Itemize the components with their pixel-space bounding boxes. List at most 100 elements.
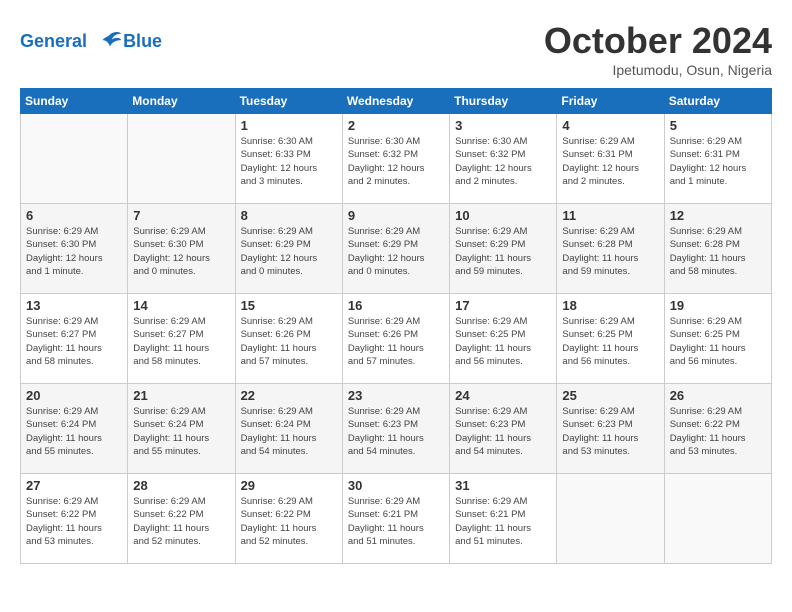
column-header-friday: Friday [557, 89, 664, 114]
day-number: 28 [133, 478, 229, 493]
calendar-cell: 16Sunrise: 6:29 AM Sunset: 6:26 PM Dayli… [342, 294, 449, 384]
logo-general: General [20, 31, 87, 51]
day-number: 21 [133, 388, 229, 403]
logo-blue: Blue [123, 31, 162, 52]
column-header-tuesday: Tuesday [235, 89, 342, 114]
day-info: Sunrise: 6:29 AM Sunset: 6:25 PM Dayligh… [670, 315, 766, 368]
day-number: 25 [562, 388, 658, 403]
month-title: October 2024 [544, 20, 772, 62]
day-info: Sunrise: 6:29 AM Sunset: 6:24 PM Dayligh… [26, 405, 122, 458]
day-number: 7 [133, 208, 229, 223]
day-info: Sunrise: 6:29 AM Sunset: 6:30 PM Dayligh… [133, 225, 229, 278]
day-info: Sunrise: 6:29 AM Sunset: 6:22 PM Dayligh… [26, 495, 122, 548]
day-info: Sunrise: 6:29 AM Sunset: 6:29 PM Dayligh… [455, 225, 551, 278]
calendar-cell: 2Sunrise: 6:30 AM Sunset: 6:32 PM Daylig… [342, 114, 449, 204]
day-number: 17 [455, 298, 551, 313]
day-number: 31 [455, 478, 551, 493]
day-info: Sunrise: 6:29 AM Sunset: 6:24 PM Dayligh… [133, 405, 229, 458]
day-info: Sunrise: 6:29 AM Sunset: 6:24 PM Dayligh… [241, 405, 337, 458]
calendar-cell: 30Sunrise: 6:29 AM Sunset: 6:21 PM Dayli… [342, 474, 449, 564]
day-info: Sunrise: 6:29 AM Sunset: 6:29 PM Dayligh… [348, 225, 444, 278]
calendar-cell: 7 Sunrise: 6:29 AM Sunset: 6:30 PM Daylig… [128, 204, 235, 294]
day-number: 27 [26, 478, 122, 493]
day-info: Sunrise: 6:30 AM Sunset: 6:33 PM Dayligh… [241, 135, 337, 188]
calendar-cell: 3 Sunrise: 6:30 AM Sunset: 6:32 PM Daylig… [450, 114, 557, 204]
calendar-cell: 20 Sunrise: 6:29 AM Sunset: 6:24 PM Dayli… [21, 384, 128, 474]
day-info: Sunrise: 6:29 AM Sunset: 6:23 PM Dayligh… [455, 405, 551, 458]
calendar-week-5: 27 Sunrise: 6:29 AM Sunset: 6:22 PM Dayli… [21, 474, 772, 564]
day-info: Sunrise: 6:29 AM Sunset: 6:27 PM Dayligh… [133, 315, 229, 368]
day-info: Sunrise: 6:29 AM Sunset: 6:30 PM Dayligh… [26, 225, 122, 278]
calendar-cell: 10 Sunrise: 6:29 AM Sunset: 6:29 PM Dayli… [450, 204, 557, 294]
day-number: 1 [241, 118, 337, 133]
day-number: 2 [348, 118, 444, 133]
day-number: 9 [348, 208, 444, 223]
calendar-cell: 8Sunrise: 6:29 AM Sunset: 6:29 PM Daylig… [235, 204, 342, 294]
day-number: 4 [562, 118, 658, 133]
page-header: General Blue October 2024 Ipetumodu, Osu… [20, 20, 772, 78]
logo-bird-icon [95, 28, 123, 56]
day-number: 19 [670, 298, 766, 313]
calendar-cell: 29Sunrise: 6:29 AM Sunset: 6:22 PM Dayli… [235, 474, 342, 564]
column-header-wednesday: Wednesday [342, 89, 449, 114]
day-number: 11 [562, 208, 658, 223]
calendar-cell: 26Sunrise: 6:29 AM Sunset: 6:22 PM Dayli… [664, 384, 771, 474]
calendar-cell [21, 114, 128, 204]
day-info: Sunrise: 6:29 AM Sunset: 6:22 PM Dayligh… [670, 405, 766, 458]
day-number: 16 [348, 298, 444, 313]
calendar-cell: 13Sunrise: 6:29 AM Sunset: 6:27 PM Dayli… [21, 294, 128, 384]
day-info: Sunrise: 6:29 AM Sunset: 6:25 PM Dayligh… [562, 315, 658, 368]
column-header-monday: Monday [128, 89, 235, 114]
day-number: 20 [26, 388, 122, 403]
calendar-cell [557, 474, 664, 564]
day-info: Sunrise: 6:30 AM Sunset: 6:32 PM Dayligh… [455, 135, 551, 188]
logo: General Blue [20, 28, 162, 56]
calendar-cell [128, 114, 235, 204]
calendar-cell: 25 Sunrise: 6:29 AM Sunset: 6:23 PM Dayli… [557, 384, 664, 474]
calendar-cell: 24 Sunrise: 6:29 AM Sunset: 6:23 PM Dayli… [450, 384, 557, 474]
calendar-cell: 6 Sunrise: 6:29 AM Sunset: 6:30 PM Daylig… [21, 204, 128, 294]
calendar-week-3: 13Sunrise: 6:29 AM Sunset: 6:27 PM Dayli… [21, 294, 772, 384]
calendar-cell: 18 Sunrise: 6:29 AM Sunset: 6:25 PM Dayli… [557, 294, 664, 384]
calendar-cell: 5 Sunrise: 6:29 AM Sunset: 6:31 PM Daylig… [664, 114, 771, 204]
calendar-cell: 14 Sunrise: 6:29 AM Sunset: 6:27 PM Dayli… [128, 294, 235, 384]
calendar-table: SundayMondayTuesdayWednesdayThursdayFrid… [20, 88, 772, 564]
day-info: Sunrise: 6:29 AM Sunset: 6:21 PM Dayligh… [455, 495, 551, 548]
day-number: 10 [455, 208, 551, 223]
day-info: Sunrise: 6:29 AM Sunset: 6:25 PM Dayligh… [455, 315, 551, 368]
column-header-sunday: Sunday [21, 89, 128, 114]
calendar-week-4: 20 Sunrise: 6:29 AM Sunset: 6:24 PM Dayli… [21, 384, 772, 474]
calendar-cell: 21 Sunrise: 6:29 AM Sunset: 6:24 PM Dayli… [128, 384, 235, 474]
calendar-cell: 15Sunrise: 6:29 AM Sunset: 6:26 PM Dayli… [235, 294, 342, 384]
calendar-week-1: 1 Sunrise: 6:30 AM Sunset: 6:33 PM Daylig… [21, 114, 772, 204]
day-info: Sunrise: 6:29 AM Sunset: 6:28 PM Dayligh… [670, 225, 766, 278]
calendar-cell: 11Sunrise: 6:29 AM Sunset: 6:28 PM Dayli… [557, 204, 664, 294]
day-number: 14 [133, 298, 229, 313]
day-number: 24 [455, 388, 551, 403]
calendar-cell: 19 Sunrise: 6:29 AM Sunset: 6:25 PM Dayli… [664, 294, 771, 384]
calendar-cell: 28 Sunrise: 6:29 AM Sunset: 6:22 PM Dayli… [128, 474, 235, 564]
day-number: 6 [26, 208, 122, 223]
day-number: 3 [455, 118, 551, 133]
day-info: Sunrise: 6:29 AM Sunset: 6:22 PM Dayligh… [133, 495, 229, 548]
calendar-cell: 17 Sunrise: 6:29 AM Sunset: 6:25 PM Dayli… [450, 294, 557, 384]
calendar-cell: 23Sunrise: 6:29 AM Sunset: 6:23 PM Dayli… [342, 384, 449, 474]
column-header-thursday: Thursday [450, 89, 557, 114]
calendar-cell: 12Sunrise: 6:29 AM Sunset: 6:28 PM Dayli… [664, 204, 771, 294]
title-block: October 2024 Ipetumodu, Osun, Nigeria [544, 20, 772, 78]
day-number: 18 [562, 298, 658, 313]
calendar-cell: 4 Sunrise: 6:29 AM Sunset: 6:31 PM Daylig… [557, 114, 664, 204]
day-info: Sunrise: 6:29 AM Sunset: 6:21 PM Dayligh… [348, 495, 444, 548]
calendar-cell [664, 474, 771, 564]
day-number: 15 [241, 298, 337, 313]
day-info: Sunrise: 6:29 AM Sunset: 6:29 PM Dayligh… [241, 225, 337, 278]
day-info: Sunrise: 6:29 AM Sunset: 6:31 PM Dayligh… [670, 135, 766, 188]
calendar-cell: 27 Sunrise: 6:29 AM Sunset: 6:22 PM Dayli… [21, 474, 128, 564]
day-number: 5 [670, 118, 766, 133]
calendar-body: 1 Sunrise: 6:30 AM Sunset: 6:33 PM Daylig… [21, 114, 772, 564]
day-info: Sunrise: 6:29 AM Sunset: 6:31 PM Dayligh… [562, 135, 658, 188]
calendar-header-row: SundayMondayTuesdayWednesdayThursdayFrid… [21, 89, 772, 114]
day-info: Sunrise: 6:29 AM Sunset: 6:23 PM Dayligh… [562, 405, 658, 458]
day-info: Sunrise: 6:29 AM Sunset: 6:27 PM Dayligh… [26, 315, 122, 368]
day-number: 23 [348, 388, 444, 403]
